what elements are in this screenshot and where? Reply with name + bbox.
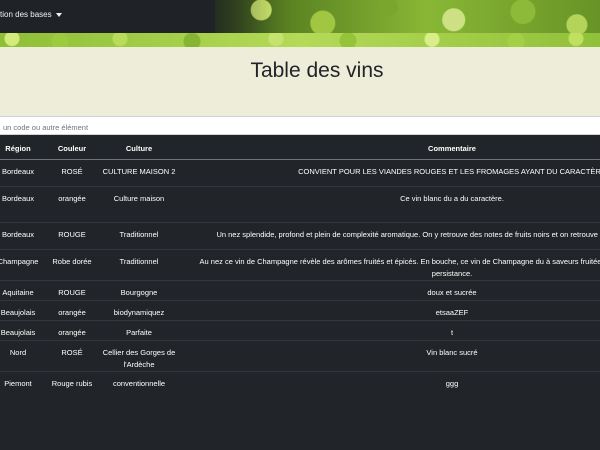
page-header: Table des vins	[0, 33, 600, 116]
cell-culture: conventionnelle	[98, 371, 180, 398]
cell-region: Beaujolais	[0, 320, 46, 341]
cell-culture: Cellier des Gorges de l'Ardèche	[98, 340, 180, 372]
table-row[interactable]: Beaujolais orangée biodynamiquez etsaaZE…	[0, 300, 600, 321]
cell-couleur: ROUGE	[46, 222, 98, 250]
table-row[interactable]: Aquitaine ROUGE Bourgogne doux et sucrée	[0, 280, 600, 301]
cell-couleur: Robe dorée	[46, 249, 98, 281]
cell-culture: Parfaite	[98, 320, 180, 341]
cell-culture: biodynamiquez	[98, 300, 180, 321]
cell-culture: CULTURE MAISON 2	[98, 159, 180, 187]
table-header-row: Région Couleur Culture Commentaire	[0, 137, 600, 160]
column-header-region[interactable]: Région	[0, 137, 46, 160]
cell-commentaire: Vin blanc sucré	[180, 340, 600, 372]
cell-culture: Culture maison	[98, 186, 180, 223]
cell-couleur: ROUGE	[46, 280, 98, 301]
cell-couleur: orangée	[46, 186, 98, 223]
cell-commentaire: ggg	[180, 371, 600, 398]
table-row[interactable]: Champagne Robe dorée Traditionnel Au nez…	[0, 249, 600, 281]
cell-culture: Bourgogne	[98, 280, 180, 301]
page-title: Table des vins	[250, 59, 384, 82]
cell-couleur: orangée	[46, 320, 98, 341]
wine-table: Région Couleur Culture Commentaire Borde…	[0, 137, 600, 398]
table-row[interactable]: Bordeaux orangée Culture maison Ce vin b…	[0, 186, 600, 223]
cell-commentaire: t	[180, 320, 600, 341]
cell-couleur: ROSÉ	[46, 340, 98, 372]
wine-table-container: Région Couleur Culture Commentaire Borde…	[0, 137, 600, 450]
column-header-culture[interactable]: Culture	[98, 137, 180, 160]
cell-commentaire: etsaaZEF	[180, 300, 600, 321]
navbar: tion des bases	[0, 0, 600, 33]
cell-commentaire: doux et sucrée	[180, 280, 600, 301]
cell-commentaire: CONVIENT POUR LES VIANDES ROUGES ET LES …	[180, 159, 600, 187]
cell-commentaire: Ce vin blanc du a du caractère.	[180, 186, 600, 223]
cell-region: Bordeaux	[0, 159, 46, 187]
table-row[interactable]: Beaujolais orangée Parfaite t	[0, 320, 600, 341]
cell-couleur: Rouge rubis	[46, 371, 98, 398]
cell-commentaire: Au nez ce vin de Champagne révèle des ar…	[180, 249, 600, 281]
nav-dropdown-gestion-des-bases[interactable]: tion des bases	[0, 10, 62, 19]
caret-down-icon	[55, 12, 62, 17]
table-row[interactable]: Bordeaux ROSÉ CULTURE MAISON 2 CONVIENT …	[0, 159, 600, 187]
cell-commentaire: Un nez splendide, profond et plein de co…	[180, 222, 600, 250]
table-row[interactable]: Bordeaux ROUGE Traditionnel Un nez splen…	[0, 222, 600, 250]
cell-culture: Traditionnel	[98, 249, 180, 281]
cell-region: Aquitaine	[0, 280, 46, 301]
cell-couleur: ROSÉ	[46, 159, 98, 187]
search-input[interactable]	[0, 116, 600, 135]
cell-region: Champagne	[0, 249, 46, 281]
cell-region: Nord	[0, 340, 46, 372]
cell-region: Bordeaux	[0, 186, 46, 223]
nav-dropdown-label: tion des bases	[0, 10, 52, 19]
cell-region: Piemont	[0, 371, 46, 398]
cell-culture: Traditionnel	[98, 222, 180, 250]
column-header-couleur[interactable]: Couleur	[46, 137, 98, 160]
header-background-image	[0, 33, 600, 47]
column-header-commentaire[interactable]: Commentaire	[180, 137, 600, 160]
cell-region: Bordeaux	[0, 222, 46, 250]
table-row[interactable]: Nord ROSÉ Cellier des Gorges de l'Ardèch…	[0, 340, 600, 372]
table-row[interactable]: Piemont Rouge rubis conventionnelle ggg	[0, 371, 600, 398]
cell-region: Beaujolais	[0, 300, 46, 321]
navbar-background-image	[215, 0, 600, 33]
cell-couleur: orangée	[46, 300, 98, 321]
